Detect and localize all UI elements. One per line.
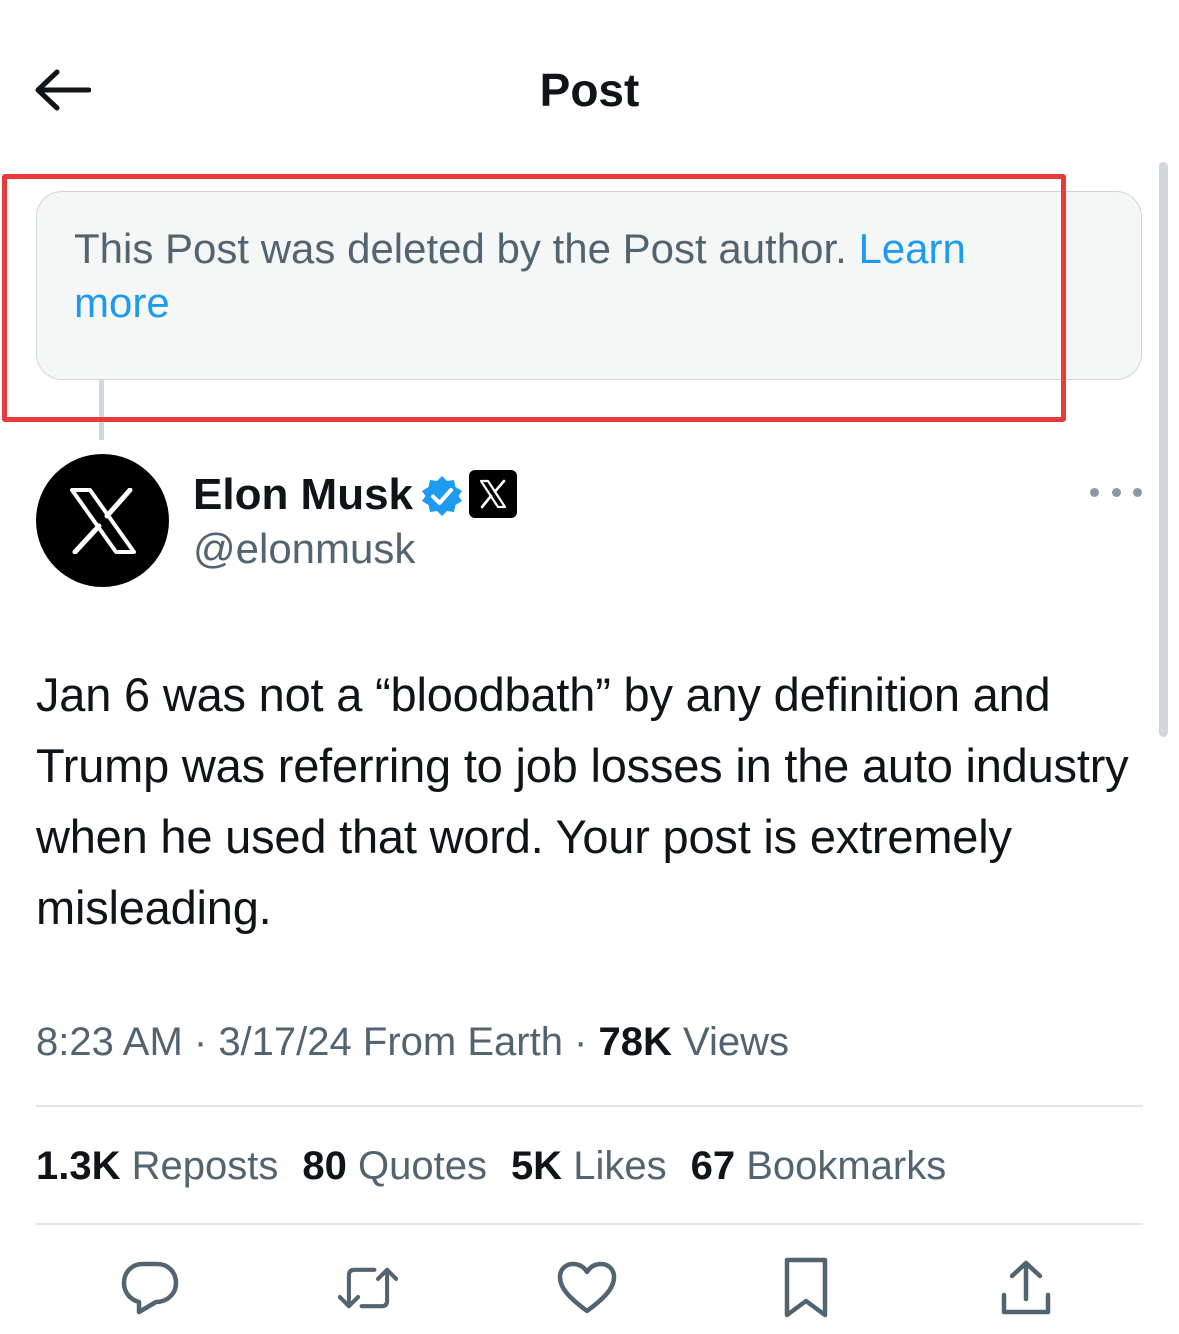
bookmarks-stat[interactable]: 67 Bookmarks [691, 1144, 947, 1188]
like-icon [557, 1261, 617, 1314]
divider [36, 1105, 1143, 1107]
share-icon [1001, 1260, 1051, 1315]
bookmark-button[interactable] [776, 1257, 836, 1318]
post-location: From Earth [351, 1020, 563, 1064]
more-options-icon[interactable] [1090, 472, 1142, 512]
page-title: Post [539, 64, 640, 116]
verified-badge-icon [422, 476, 462, 516]
reposts-stat[interactable]: 1.3K Reposts [36, 1144, 278, 1188]
post-time[interactable]: 8:23 AM [36, 1020, 183, 1064]
likes-stat[interactable]: 5K Likes [511, 1144, 667, 1188]
post-meta: 8:23 AM · 3/17/24 From Earth · 78K Views [36, 1020, 789, 1064]
views-count: 78K [598, 1020, 672, 1064]
reply-icon [121, 1261, 179, 1315]
author-name[interactable]: Elon Musk [193, 468, 413, 522]
highlight-annotation-box [2, 174, 1066, 422]
share-button[interactable] [996, 1258, 1056, 1318]
scrollbar[interactable] [1159, 162, 1168, 737]
post-text: Jan 6 was not a “bloodbath” by any defin… [36, 668, 1129, 934]
divider [36, 1223, 1143, 1225]
repost-icon [338, 1267, 398, 1309]
x-affiliate-badge-icon [469, 470, 517, 518]
x-logo-icon [69, 487, 136, 554]
views-label: Views [671, 1020, 789, 1064]
engagement-stats: 1.3K Reposts 80 Quotes 5K Likes 67 Bookmark… [36, 1138, 970, 1194]
reply-button[interactable] [120, 1258, 180, 1318]
bookmark-icon [784, 1257, 828, 1318]
post-date[interactable]: 3/17/24 [218, 1020, 351, 1064]
avatar[interactable] [36, 454, 169, 587]
quotes-stat[interactable]: 80 Quotes [302, 1144, 487, 1188]
repost-button[interactable] [338, 1258, 398, 1318]
author-handle[interactable]: @elonmusk [193, 522, 415, 576]
like-button[interactable] [557, 1258, 617, 1318]
